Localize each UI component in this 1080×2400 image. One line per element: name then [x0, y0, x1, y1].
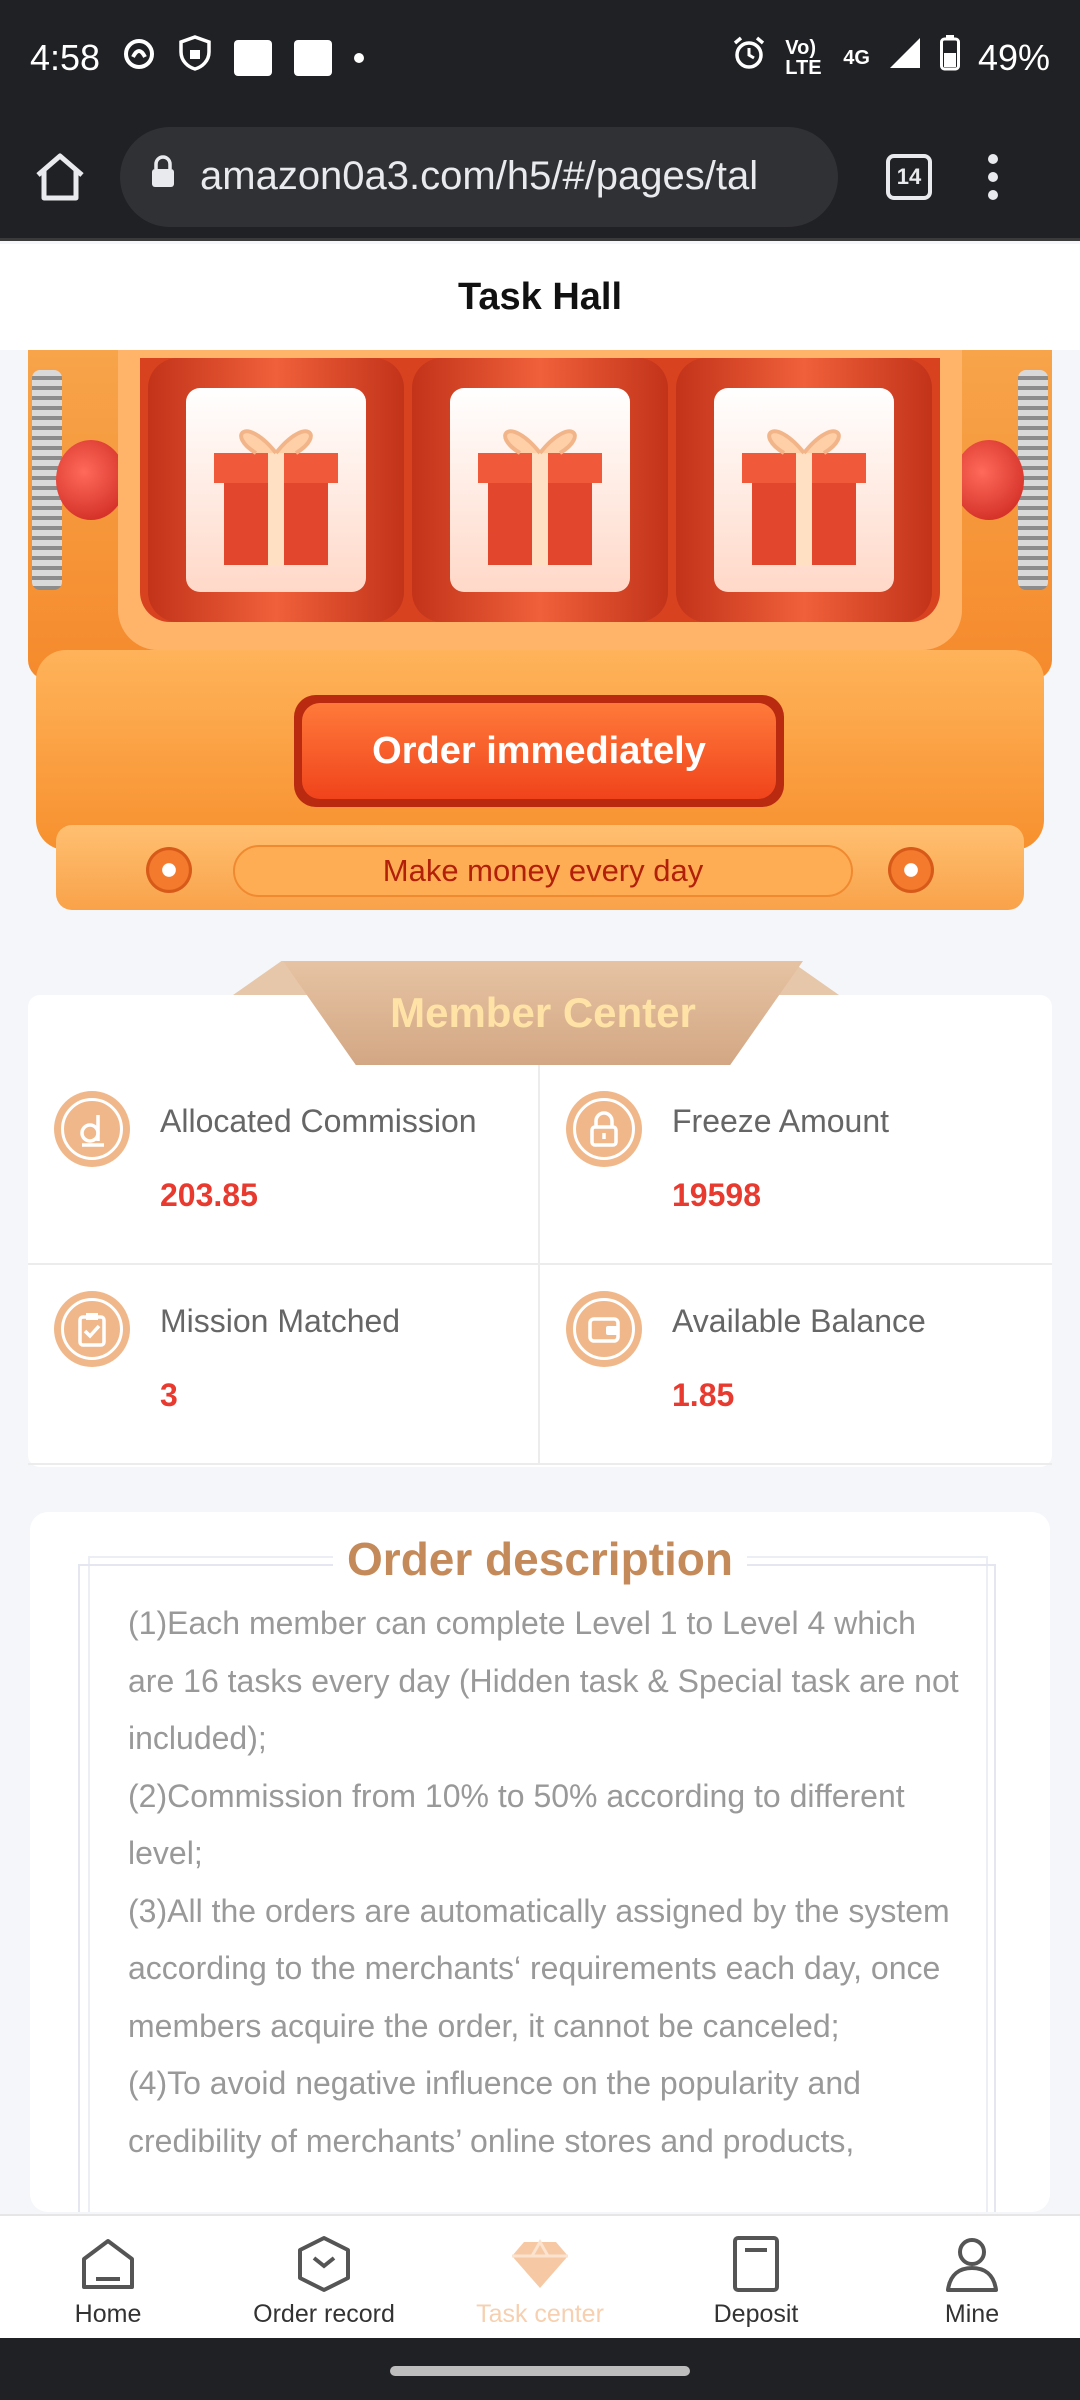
reel — [676, 358, 932, 622]
system-gesture-bar — [0, 2338, 1080, 2400]
description-paragraph: (3)All the orders are automatically assi… — [128, 1892, 950, 2044]
deposit-icon — [726, 2234, 786, 2294]
diamond-icon — [510, 2234, 570, 2294]
overflow-menu-icon[interactable] — [988, 153, 998, 200]
gear-decoration — [888, 847, 934, 893]
nav-label: Home — [74, 2300, 142, 2328]
nav-label: Task center — [476, 2300, 604, 2328]
stat-mission-matched: Mission Matched 3 — [28, 1265, 540, 1465]
knob-decoration — [954, 440, 1024, 520]
app-notification-icon — [122, 37, 156, 79]
gift-box-icon — [186, 388, 366, 592]
member-center-card: Member Center Allocated Commission 203.8… — [28, 961, 1052, 1467]
gift-box-icon — [450, 388, 630, 592]
description-paragraph: (4)To avoid negative influence on the po… — [128, 2065, 861, 2159]
tab-switcher-button[interactable]: 14 — [886, 153, 932, 200]
home-icon[interactable] — [30, 147, 90, 207]
status-bar: 4:58 Vo) LTE 4G 49% — [0, 0, 1080, 115]
reel — [148, 358, 404, 622]
knob-decoration — [56, 440, 126, 520]
vpn-shield-icon — [178, 35, 212, 80]
slot-machine-banner: Make money every day Order immediately — [28, 350, 1052, 910]
browser-toolbar: amazon0a3.com/h5/#/pages/tal 14 — [0, 115, 1080, 241]
signal-icon — [888, 36, 922, 79]
stat-allocated-commission: Allocated Commission 203.85 — [28, 1065, 540, 1265]
battery-percent: 49% — [977, 36, 1050, 78]
home-gesture-handle[interactable] — [390, 2366, 690, 2376]
stat-value: 1.85 — [672, 1377, 735, 1413]
stat-value: 203.85 — [160, 1177, 258, 1213]
url-text: amazon0a3.com/h5/#/pages/tal — [200, 154, 759, 198]
reel — [412, 358, 668, 622]
nav-item-deposit[interactable]: Deposit — [648, 2216, 864, 2338]
nav-label: Mine — [944, 2300, 1000, 2328]
nav-item-home[interactable]: Home — [0, 2216, 216, 2338]
network-type: 4G — [843, 46, 870, 69]
bottom-navigation: Home Order record Task center Deposit Mi… — [0, 2214, 1080, 2338]
nav-label: Order record — [253, 2300, 395, 2328]
home-icon — [78, 2234, 138, 2294]
order-description-text: (1)Each member can complete Level 1 to L… — [128, 1595, 968, 2170]
order-description-card: Order description (1)Each member can com… — [30, 1512, 1050, 2212]
member-center-title: Member Center — [390, 989, 696, 1036]
stat-label: Mission Matched — [160, 1303, 401, 1339]
commission-icon — [54, 1091, 130, 1167]
order-button-label: Order immediately — [302, 703, 776, 799]
reel-frame — [118, 350, 962, 650]
wallet-icon — [566, 1291, 642, 1367]
stat-available-balance: Available Balance 1.85 — [540, 1265, 1052, 1465]
battery-icon — [939, 35, 960, 80]
nav-item-order-record[interactable]: Order record — [216, 2216, 432, 2338]
lock-icon — [150, 154, 176, 199]
nav-item-mine[interactable]: Mine — [864, 2216, 1080, 2338]
slogan-label: Make money every day — [233, 845, 853, 897]
nav-item-task-center[interactable]: Task center — [432, 2216, 648, 2338]
order-description-title: Order description — [333, 1532, 747, 1586]
member-center-ribbon: Member Center — [283, 961, 803, 1065]
nav-label: Deposit — [713, 2300, 799, 2328]
order-record-icon — [294, 2234, 354, 2294]
volte-indicator: Vo) LTE — [785, 36, 822, 79]
stat-freeze-amount: Freeze Amount 19598 — [540, 1065, 1052, 1265]
stat-value: 19598 — [672, 1177, 761, 1213]
page-title: Task Hall — [0, 244, 1080, 350]
stat-label: Available Balance — [672, 1303, 926, 1339]
description-paragraph: (1)Each member can complete Level 1 to L… — [128, 1605, 959, 1756]
address-bar[interactable]: amazon0a3.com/h5/#/pages/tal — [120, 126, 838, 227]
clipboard-check-icon — [54, 1291, 130, 1367]
stat-label: Allocated Commission — [160, 1103, 477, 1139]
alarm-icon — [731, 35, 767, 80]
notification-square-icon — [294, 39, 333, 76]
gift-box-icon — [714, 388, 894, 592]
lock-icon — [566, 1091, 642, 1167]
stat-label: Freeze Amount — [672, 1103, 889, 1139]
dot-icon — [354, 52, 365, 63]
user-icon — [942, 2234, 1002, 2294]
notification-square-icon — [234, 39, 273, 76]
order-immediately-button[interactable]: Order immediately — [294, 695, 784, 807]
gear-decoration — [146, 847, 192, 893]
description-paragraph: (2)Commission from 10% to 50% according … — [128, 1777, 905, 1872]
status-time: 4:58 — [30, 36, 101, 78]
stat-value: 3 — [160, 1377, 178, 1413]
